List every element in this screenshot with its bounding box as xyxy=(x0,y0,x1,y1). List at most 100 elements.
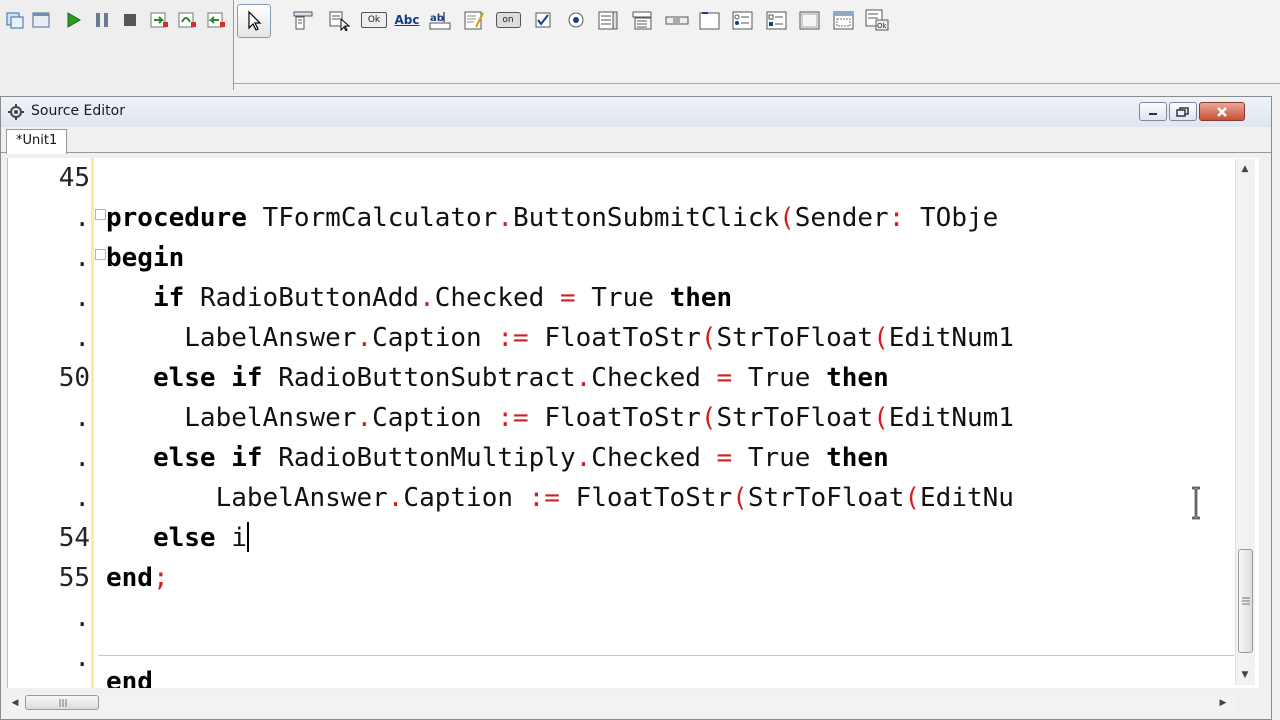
tpanel-component[interactable] xyxy=(797,6,823,34)
run-icon xyxy=(67,12,81,28)
tab-unit1[interactable]: *Unit1 xyxy=(6,129,68,154)
pause-button[interactable] xyxy=(89,6,115,34)
popup-menu-icon xyxy=(329,11,351,31)
tframe-component[interactable] xyxy=(831,6,857,34)
keyword: procedure xyxy=(106,203,247,233)
step-over-icon xyxy=(178,12,196,28)
ttogglebox-component[interactable]: on xyxy=(494,6,522,34)
scroll-left-icon[interactable]: ◀ xyxy=(7,695,23,711)
tcheckbox-component[interactable] xyxy=(530,6,556,34)
tbutton-component[interactable]: Ok xyxy=(359,6,389,34)
svg-text:ab: ab xyxy=(430,13,444,24)
identifier: TObje xyxy=(904,203,999,233)
arrow-pointer-icon xyxy=(248,10,262,31)
main-menu-component[interactable] xyxy=(290,6,316,34)
symbol: ( xyxy=(873,323,889,353)
line-number: . xyxy=(74,643,90,673)
code-line-53[interactable]: LabelAnswer.Caption := FloatToStr(StrToF… xyxy=(106,478,1014,518)
tradiogroup-component[interactable] xyxy=(730,6,756,34)
code-line-51[interactable]: LabelAnswer.Caption := FloatToStr(StrToF… xyxy=(106,398,1014,438)
minimize-button[interactable] xyxy=(1139,102,1167,121)
vertical-scroll-thumb[interactable] xyxy=(1238,549,1253,653)
code-line-52[interactable]: else if RadioButtonMultiply.Checked = Tr… xyxy=(106,438,889,478)
code-line-49[interactable]: LabelAnswer.Caption := FloatToStr(StrToF… xyxy=(106,318,1014,358)
identifier: Caption xyxy=(403,483,513,513)
popup-menu-component[interactable] xyxy=(326,6,352,34)
keyword: end xyxy=(106,563,153,593)
window-title: Source Editor xyxy=(31,103,125,119)
symbol: ( xyxy=(904,483,921,513)
identifier: StrToFloat xyxy=(716,323,874,353)
step-into-button[interactable] xyxy=(146,6,172,34)
identifier: RadioButtonAdd xyxy=(199,283,420,313)
identifier: EditNum1 xyxy=(888,323,1014,353)
step-into-icon xyxy=(150,12,168,28)
keyword: else xyxy=(152,363,216,393)
code-line-47[interactable]: begin xyxy=(106,238,184,278)
identifier: FloatToStr xyxy=(544,403,701,433)
stop-button[interactable] xyxy=(117,6,143,34)
symbol: . xyxy=(497,203,514,233)
code-editor[interactable]: 45 . . . . 50 . . . 54 55 . . procedure … xyxy=(7,158,1259,688)
fold-marker[interactable] xyxy=(95,249,106,260)
run-button[interactable] xyxy=(60,6,86,34)
component-palette xyxy=(234,0,1280,84)
view-forms-button[interactable] xyxy=(28,6,54,34)
step-out-button[interactable] xyxy=(203,6,229,34)
vertical-scrollbar[interactable]: ▲ ▼ xyxy=(1235,159,1255,685)
symbol: := xyxy=(497,403,529,433)
fold-marker[interactable] xyxy=(95,209,106,220)
scroll-up-icon[interactable]: ▲ xyxy=(1237,161,1253,177)
code-line-55[interactable]: end; xyxy=(106,558,169,598)
selection-tool-button[interactable] xyxy=(237,4,271,38)
tcheckgroup-component[interactable] xyxy=(764,6,790,34)
edit-box-icon: ab xyxy=(429,12,451,30)
keyword: then xyxy=(669,283,733,313)
label-component-text: Abc xyxy=(394,13,420,27)
line-number: 55 xyxy=(58,563,90,593)
keyword: if xyxy=(152,283,185,313)
line-number-gutter: 45 . . . . 50 . . . 54 55 . . xyxy=(8,158,90,688)
horizontal-scrollbar[interactable]: ◀ ▶ xyxy=(7,694,1235,712)
maximize-button[interactable] xyxy=(1169,102,1197,121)
radio-group-icon xyxy=(732,11,753,30)
scroll-down-icon[interactable]: ▼ xyxy=(1237,667,1253,683)
code-text[interactable]: procedure TFormCalculator.ButtonSubmitCl… xyxy=(106,158,1256,688)
restore-icon xyxy=(1176,106,1189,117)
identifier: EditNum1 xyxy=(888,403,1014,433)
tgroupbox-component[interactable] xyxy=(697,6,723,34)
code-line-54[interactable]: else i xyxy=(106,518,249,558)
code-line-48[interactable]: if RadioButtonAdd.Checked = True then xyxy=(106,278,732,318)
keyword: if xyxy=(231,443,263,473)
identifier: RadioButtonSubtract xyxy=(278,363,576,393)
keyword: begin xyxy=(106,243,185,273)
scroll-right-icon[interactable]: ▶ xyxy=(1215,695,1231,711)
horizontal-scroll-thumb[interactable] xyxy=(25,695,99,710)
tcombobox-component[interactable] xyxy=(630,6,656,34)
tlabel-component[interactable]: Abc xyxy=(393,6,421,34)
tscrollbar-component[interactable] xyxy=(664,6,690,34)
line-number: 50 xyxy=(58,363,90,393)
code-line-46[interactable]: procedure TFormCalculator.ButtonSubmitCl… xyxy=(106,198,998,238)
procedure-separator xyxy=(98,655,1234,656)
close-button[interactable] xyxy=(1199,102,1245,121)
tactionlist-component[interactable]: Ok xyxy=(864,6,890,34)
code-line-partial[interactable]: end xyxy=(106,662,153,688)
tlistbox-component[interactable] xyxy=(596,6,622,34)
tab-label: *Unit1 xyxy=(16,133,58,148)
symbol: ; xyxy=(152,563,169,593)
line-number: . xyxy=(74,603,90,633)
tmemo-component[interactable] xyxy=(461,6,487,34)
tradiobutton-component[interactable] xyxy=(563,6,589,34)
title-bar[interactable]: Source Editor xyxy=(1,97,1271,127)
code-line-50[interactable]: else if RadioButtonSubtract.Checked = Tr… xyxy=(106,358,889,398)
step-over-button[interactable] xyxy=(174,6,200,34)
identifier: EditNu xyxy=(920,483,1014,513)
symbol: : xyxy=(888,203,905,233)
line-number: . xyxy=(74,403,90,433)
gear-icon xyxy=(8,104,24,120)
tedit-component[interactable]: ab xyxy=(427,6,453,34)
view-units-button[interactable] xyxy=(2,6,28,34)
identifier: i xyxy=(231,523,247,553)
scrollbar-icon xyxy=(665,16,689,25)
